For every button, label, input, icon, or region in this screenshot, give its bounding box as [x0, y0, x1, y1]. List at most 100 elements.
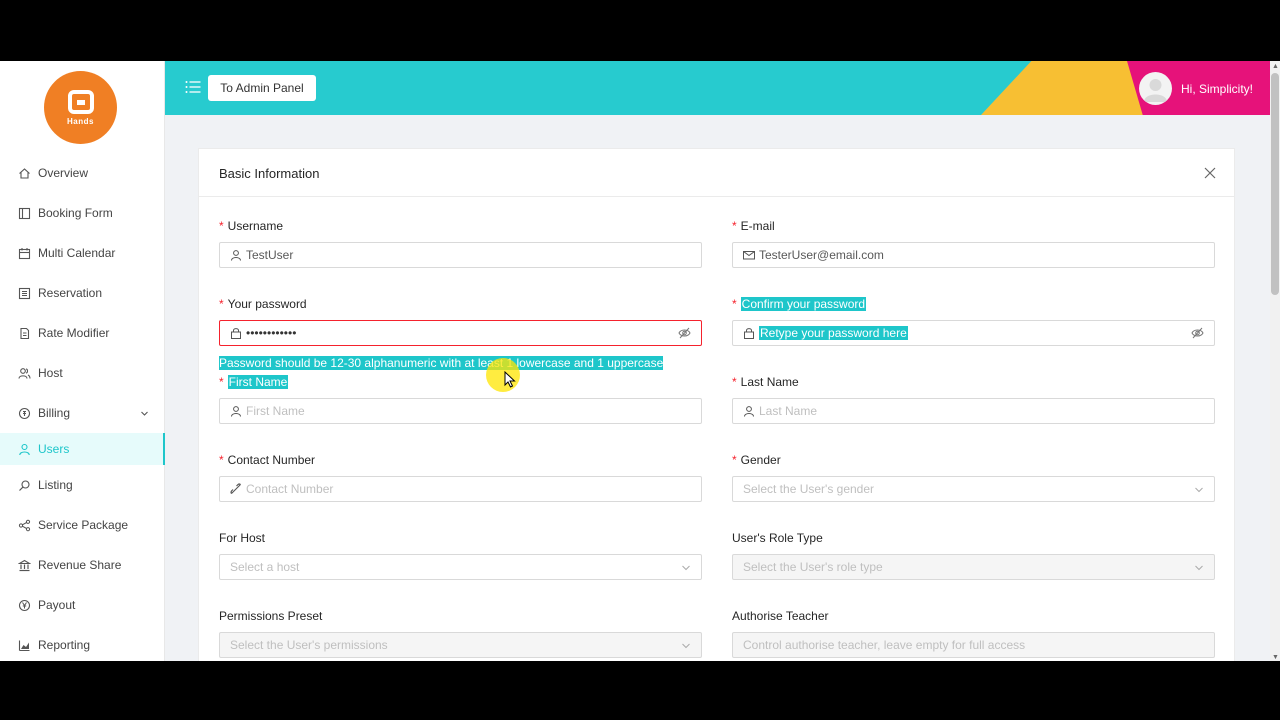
sidebar-item-users[interactable]: Users: [0, 433, 165, 465]
page-scrollbar[interactable]: ▲ ▼: [1270, 61, 1280, 661]
role-type-label: User's Role Type: [732, 531, 823, 545]
basic-information-card: Basic Information * Username TestUser * E-…: [198, 148, 1235, 661]
eye-invisible-icon[interactable]: [678, 327, 691, 339]
home-icon: [18, 167, 31, 180]
sidebar-item-service-package[interactable]: Service Package: [0, 505, 165, 545]
confirm-password-field: * Confirm your password Retype your passw…: [732, 296, 1215, 346]
mouse-cursor-icon: [504, 371, 516, 388]
email-label: * E-mail: [732, 219, 775, 233]
form-icon: [18, 207, 31, 220]
to-admin-panel-button[interactable]: To Admin Panel: [208, 75, 316, 101]
sidebar-item-payout[interactable]: Payout: [0, 585, 165, 625]
chevron-down-icon: [681, 641, 691, 651]
permissions-preset-field: Permissions Preset Select the User's per…: [219, 608, 702, 658]
sidebar-item-label: Payout: [38, 598, 76, 612]
password-error-message: Password should be 12-30 alphanumeric wi…: [219, 356, 664, 370]
menu-toggle-icon[interactable]: [185, 80, 201, 99]
user-icon: [230, 249, 242, 261]
first-name-label: * First Name: [219, 375, 289, 389]
sidebar-item-revenue-share[interactable]: Revenue Share: [0, 545, 165, 585]
authorise-teacher-input[interactable]: Control authorise teacher, leave empty f…: [732, 632, 1215, 658]
chevron-down-icon[interactable]: [140, 407, 149, 421]
username-input[interactable]: TestUser: [219, 242, 702, 268]
mail-icon: [743, 249, 755, 261]
yen-icon: [18, 599, 31, 612]
role-type-select[interactable]: Select the User's role type: [732, 554, 1215, 580]
scroll-down-arrow-icon[interactable]: ▼: [1272, 654, 1279, 661]
sidebar-item-label: Overview: [38, 166, 89, 180]
password-input[interactable]: ••••••••••••: [219, 320, 702, 346]
user-menu[interactable]: Hi, Simplicity!: [1139, 72, 1253, 105]
confirm-password-label: * Confirm your password: [732, 297, 867, 311]
sidebar-item-billing[interactable]: Billing: [0, 393, 165, 433]
user-icon: [18, 443, 31, 456]
user-greeting: Hi, Simplicity!: [1181, 81, 1254, 96]
last-name-label: * Last Name: [732, 375, 799, 389]
sidebar-item-reservation[interactable]: Reservation: [0, 273, 165, 313]
file-icon: [18, 327, 31, 340]
username-label: * Username: [219, 219, 284, 233]
sidebar-item-label: Reporting: [38, 638, 91, 652]
password-field: * Your password ••••••••••••: [219, 296, 702, 346]
logo[interactable]: Hands: [44, 71, 117, 144]
phone-icon: [230, 483, 242, 495]
close-icon[interactable]: [1204, 166, 1216, 184]
first-name-field: * First Name First Name: [219, 374, 702, 424]
sidebar-item-label: Users: [38, 442, 70, 456]
sidebar-menu: Overview Booking Form Multi Calendar Res…: [0, 153, 165, 661]
chevron-down-icon: [681, 563, 691, 573]
sidebar-item-host[interactable]: Host: [0, 353, 165, 393]
for-host-select[interactable]: Select a host: [219, 554, 702, 580]
sidebar-item-overview[interactable]: Overview: [0, 153, 165, 193]
first-name-input[interactable]: First Name: [219, 398, 702, 424]
avatar[interactable]: [1139, 72, 1172, 105]
logo-mark: [67, 89, 94, 114]
username-field: * Username TestUser: [219, 218, 702, 268]
email-field: * E-mail TesterUser@email.com: [732, 218, 1215, 268]
share-icon: [18, 519, 31, 532]
authorise-teacher-label: Authorise Teacher: [732, 609, 829, 623]
scroll-up-arrow-icon[interactable]: ▲: [1272, 63, 1279, 70]
last-name-field: * Last Name Last Name: [732, 374, 1215, 424]
top-header: To Admin Panel Hi, Simplicity!: [165, 61, 1270, 115]
last-name-input[interactable]: Last Name: [732, 398, 1215, 424]
confirm-password-input[interactable]: Retype your password here: [732, 320, 1215, 346]
eye-invisible-icon[interactable]: [1191, 327, 1204, 339]
sidebar-item-multi-calendar[interactable]: Multi Calendar: [0, 233, 165, 273]
card-title: Basic Information: [219, 166, 320, 181]
for-host-field: For Host Select a host: [219, 530, 702, 580]
lock-icon: [230, 327, 242, 339]
sidebar-item-label: Service Package: [38, 518, 129, 532]
list-icon: [18, 287, 31, 300]
search-icon: [18, 479, 31, 492]
gender-select[interactable]: Select the User's gender: [732, 476, 1215, 502]
authorise-teacher-field: Authorise Teacher Control authorise teac…: [732, 608, 1215, 658]
billing-icon: [18, 407, 31, 420]
chevron-down-icon: [1194, 563, 1204, 573]
sidebar-item-label: Host: [38, 366, 63, 380]
role-type-field: User's Role Type Select the User's role …: [732, 530, 1215, 580]
sidebar-item-listing[interactable]: Listing: [0, 465, 165, 505]
app-window: Hands Overview Booking Form Multi Calend…: [0, 61, 1280, 661]
sidebar-item-label: Listing: [38, 478, 73, 492]
gender-field: * Gender Select the User's gender: [732, 452, 1215, 502]
user-icon: [230, 405, 242, 417]
sidebar-item-label: Billing: [38, 406, 71, 420]
sidebar-item-label: Rate Modifier: [38, 326, 110, 340]
for-host-label: For Host: [219, 531, 266, 545]
sidebar-item-rate-modifier[interactable]: Rate Modifier: [0, 313, 165, 353]
permissions-preset-select[interactable]: Select the User's permissions: [219, 632, 702, 658]
logo-text: Hands: [67, 116, 94, 126]
sidebar-item-reporting[interactable]: Reporting: [0, 625, 165, 661]
chevron-down-icon: [1194, 485, 1204, 495]
sidebar: Hands Overview Booking Form Multi Calend…: [0, 61, 165, 661]
contact-number-field: * Contact Number Contact Number: [219, 452, 702, 502]
calendar-icon: [18, 247, 31, 260]
sidebar-item-booking-form[interactable]: Booking Form: [0, 193, 165, 233]
lock-icon: [743, 327, 755, 339]
contact-number-label: * Contact Number: [219, 453, 316, 467]
sidebar-item-label: Reservation: [38, 286, 103, 300]
contact-number-input[interactable]: Contact Number: [219, 476, 702, 502]
scroll-thumb[interactable]: [1271, 73, 1279, 295]
email-input[interactable]: TesterUser@email.com: [732, 242, 1215, 268]
